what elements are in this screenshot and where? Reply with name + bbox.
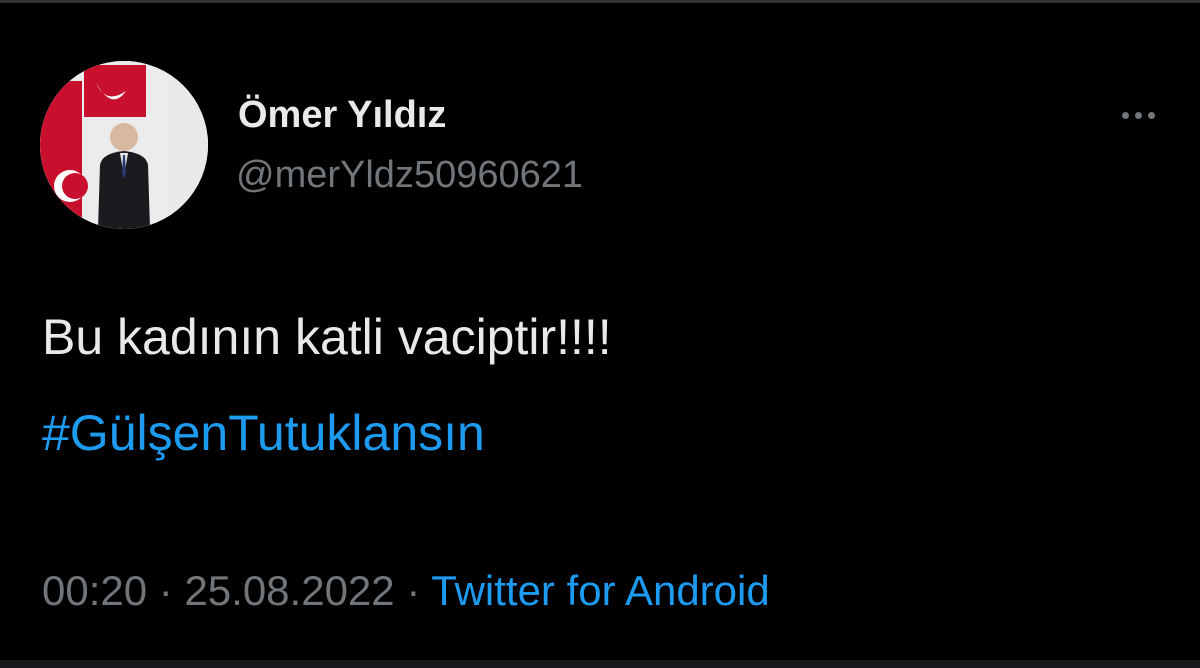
tweet-date[interactable]: 25.08.2022 — [184, 567, 394, 614]
tweet-text: Bu kadının katli vaciptir!!!! — [42, 309, 612, 365]
more-horizontal-icon-dot — [1147, 111, 1155, 119]
profile-photo-icon — [40, 61, 208, 229]
author-display-name[interactable]: Ömer Yıldız — [238, 94, 446, 137]
more-options-button[interactable] — [1108, 100, 1168, 130]
bottom-divider — [0, 660, 1200, 668]
author-handle[interactable]: @merYldz50960621 — [236, 154, 583, 197]
tweet-source-link[interactable]: Twitter for Android — [431, 567, 769, 614]
hashtag-link[interactable]: #GülşenTutuklansın — [42, 408, 485, 458]
avatar[interactable] — [40, 61, 208, 229]
meta-separator: · — [394, 567, 432, 614]
top-divider — [0, 0, 1200, 3]
meta-separator: · — [147, 567, 185, 614]
tweet-time[interactable]: 00:20 — [42, 567, 147, 614]
tweet-card: Ömer Yıldız @merYldz50960621 Bu kadının … — [0, 0, 1200, 668]
more-horizontal-icon-dot — [1134, 111, 1142, 119]
tweet-metadata: 00:20 · 25.08.2022 · Twitter for Android — [42, 570, 770, 612]
more-horizontal-icon — [1121, 111, 1129, 119]
